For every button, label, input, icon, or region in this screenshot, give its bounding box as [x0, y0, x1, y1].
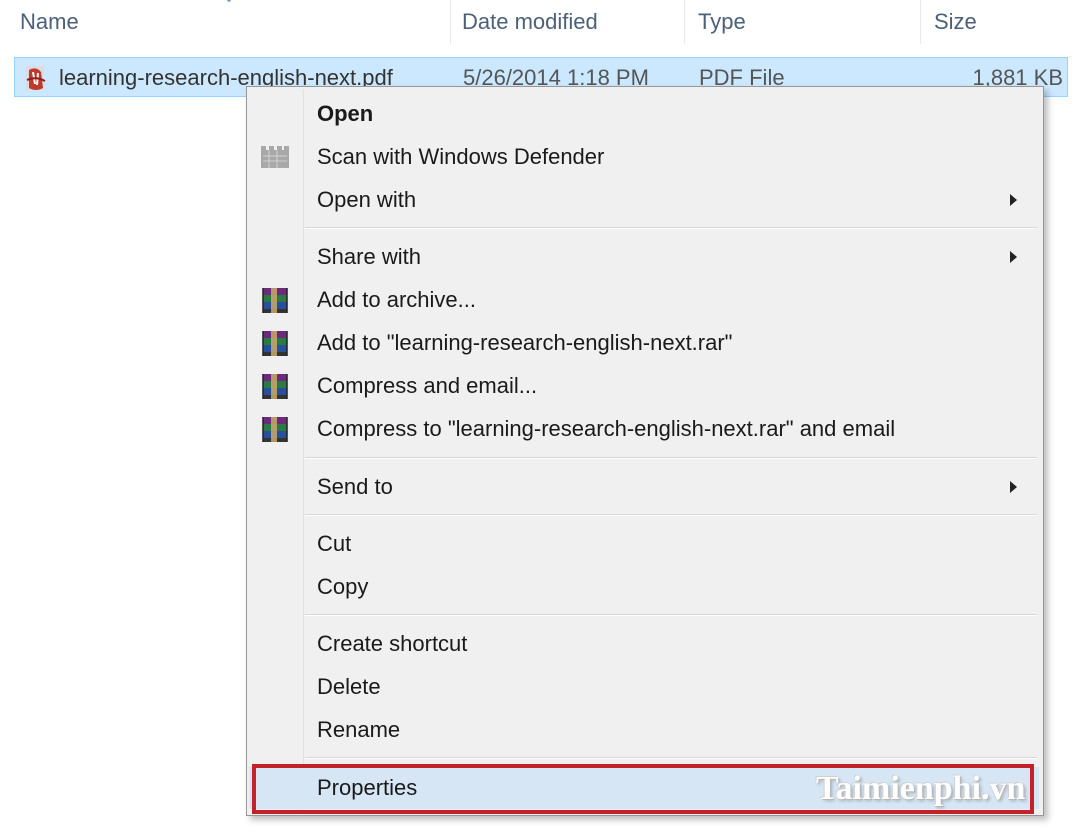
menu-item-add-to-rar[interactable]: Add to "learning-research-english-next.r…	[249, 322, 1041, 364]
submenu-arrow-icon	[1010, 481, 1017, 493]
column-divider[interactable]	[920, 0, 921, 44]
column-header-size[interactable]: Size	[934, 0, 1074, 44]
menu-item-delete[interactable]: Delete	[249, 666, 1041, 708]
winrar-icon	[262, 417, 288, 442]
menu-item-create-shortcut-label: Create shortcut	[317, 631, 468, 656]
menu-item-open-with-label: Open with	[317, 187, 417, 212]
column-header-name-label: Name	[20, 9, 79, 34]
column-header-date-modified[interactable]: Date modified	[462, 0, 682, 44]
menu-separator-highlight	[305, 458, 1037, 459]
winrar-icon	[262, 374, 288, 399]
windows-defender-icon	[261, 146, 289, 168]
winrar-icon	[262, 288, 288, 313]
menu-item-send-to-label: Send to	[317, 474, 393, 499]
menu-separator-highlight	[305, 228, 1037, 229]
column-header-type[interactable]: Type	[698, 0, 918, 44]
menu-item-compress-to-rar-and-email-label: Compress to "learning-research-english-n…	[317, 416, 896, 441]
column-divider[interactable]	[684, 0, 685, 44]
menu-item-open[interactable]: Open	[249, 93, 1041, 135]
column-divider[interactable]	[450, 0, 451, 44]
menu-item-add-to-archive-label: Add to archive...	[317, 287, 476, 312]
menu-item-rename[interactable]: Rename	[249, 709, 1041, 751]
submenu-arrow-icon	[1010, 251, 1017, 263]
menu-item-send-to[interactable]: Send to	[249, 466, 1041, 508]
submenu-arrow-icon	[1010, 194, 1017, 206]
column-header-size-label: Size	[934, 9, 977, 34]
pdf-file-icon	[26, 66, 46, 90]
menu-item-compress-to-rar-and-email[interactable]: Compress to "learning-research-english-n…	[249, 408, 1041, 450]
menu-item-share-with-label: Share with	[317, 244, 421, 269]
menu-item-copy-label: Copy	[317, 574, 369, 599]
menu-separator-highlight	[305, 615, 1037, 616]
context-menu: Open Scan with Windows Defender Open wit…	[246, 86, 1044, 816]
menu-item-add-to-rar-label: Add to "learning-research-english-next.r…	[317, 330, 733, 355]
menu-separator-highlight	[305, 758, 1037, 759]
menu-item-create-shortcut[interactable]: Create shortcut	[249, 623, 1041, 665]
menu-item-delete-label: Delete	[317, 674, 381, 699]
menu-item-share-with[interactable]: Share with	[249, 236, 1041, 278]
menu-item-compress-and-email-label: Compress and email...	[317, 373, 538, 398]
menu-item-compress-and-email[interactable]: Compress and email...	[249, 365, 1041, 407]
menu-item-open-with[interactable]: Open with	[249, 179, 1041, 221]
sort-ascending-icon	[226, 0, 232, 3]
menu-item-rename-label: Rename	[317, 717, 401, 742]
menu-item-cut-label: Cut	[317, 531, 352, 556]
menu-item-add-to-archive[interactable]: Add to archive...	[249, 279, 1041, 321]
menu-item-open-label: Open	[317, 101, 374, 126]
column-header-type-label: Type	[698, 9, 746, 34]
winrar-icon	[262, 331, 288, 356]
menu-item-scan-label: Scan with Windows Defender	[317, 144, 605, 169]
column-header-date-label: Date modified	[462, 9, 598, 34]
menu-item-copy[interactable]: Copy	[249, 566, 1041, 608]
menu-item-scan-windows-defender[interactable]: Scan with Windows Defender	[249, 136, 1041, 178]
menu-item-cut[interactable]: Cut	[249, 523, 1041, 565]
column-header-name[interactable]: Name	[20, 0, 450, 44]
menu-separator-highlight	[305, 515, 1037, 516]
watermark: Taimienphi.vn	[816, 770, 1026, 807]
